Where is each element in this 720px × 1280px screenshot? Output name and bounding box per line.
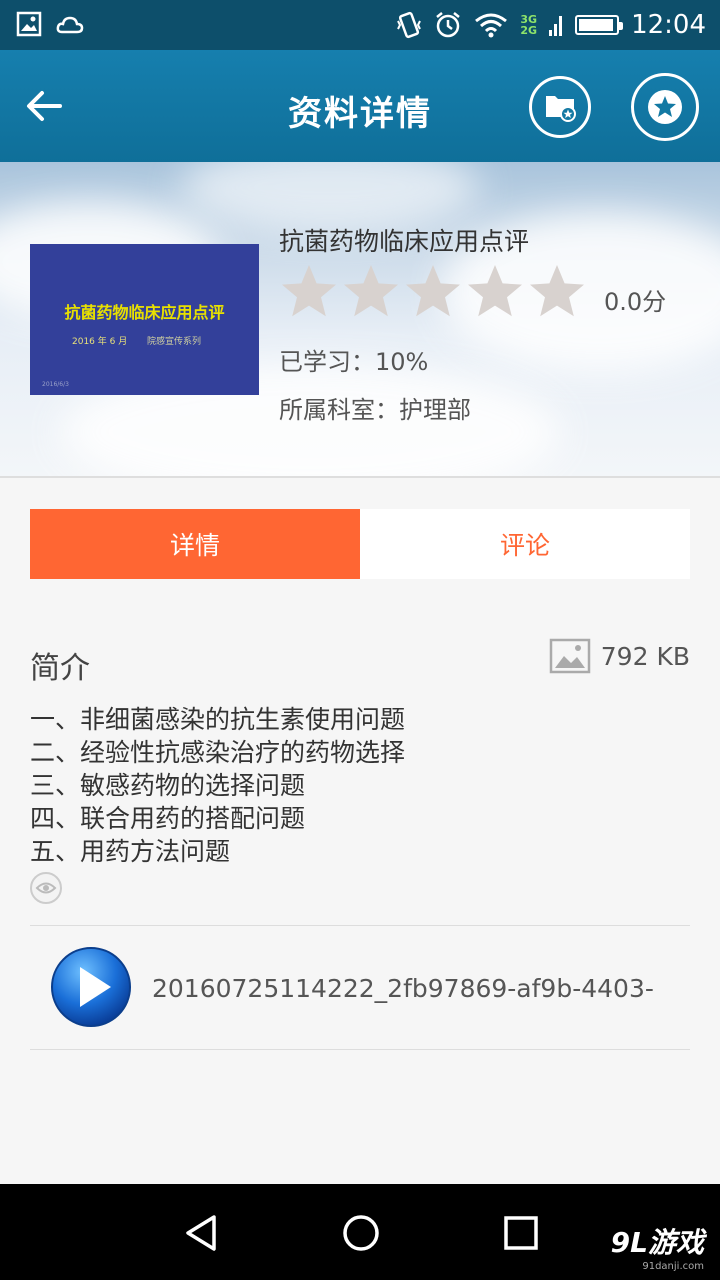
department: 所属科室：护理部 (279, 390, 471, 425)
star-rating-icon (344, 265, 398, 317)
vibrate-icon (397, 11, 422, 39)
learned-label: 已学习： (279, 348, 375, 376)
intro-line: 二、经验性抗感染治疗的药物选择 (30, 738, 406, 767)
favorite-button[interactable] (631, 73, 699, 141)
divider (0, 476, 720, 478)
thumbnail-series: 院感宣传系列 (147, 337, 202, 347)
rating-stars (279, 262, 587, 322)
file-size: 792 KB (549, 638, 690, 674)
tab-details[interactable]: 详情 (30, 509, 360, 579)
wifi-icon (475, 13, 508, 38)
intro-line: 四、联合用药的搭配问题 (30, 804, 306, 833)
alarm-icon (436, 12, 461, 38)
status-bar: 3G 2G 12:04 (0, 0, 720, 50)
expand-button[interactable] (30, 872, 62, 904)
learned-progress: 已学习：10% (279, 342, 428, 377)
folder-star-icon (546, 96, 576, 122)
star-icon (648, 90, 682, 124)
recents-nav-icon[interactable] (500, 1212, 542, 1254)
material-header: 抗菌药物临床应用点评 2016 年 6 月 院感宣传系列 2016/6/3 抗菌… (0, 162, 720, 476)
divider (30, 1049, 690, 1050)
image-icon (16, 11, 42, 37)
file-size-value: 792 KB (600, 641, 690, 671)
material-title: 抗菌药物临床应用点评 (279, 227, 530, 256)
learned-value: 10% (375, 348, 429, 376)
intro-line: 一、非细菌感染的抗生素使用问题 (30, 705, 406, 734)
star-rating-icon (468, 265, 522, 317)
tab-bar: 详情 评论 (30, 509, 690, 579)
thumbnail-title: 抗菌药物临床应用点评 (64, 303, 225, 322)
star-rating-icon (406, 265, 460, 317)
navigation-bar: 9L游戏 91danji.com (0, 1184, 720, 1280)
clock: 12:04 (631, 10, 706, 40)
weather-icon (56, 16, 84, 34)
network-type: 3G 2G (520, 13, 538, 37)
watermark: 9L游戏 91danji.com (611, 1221, 704, 1272)
intro-line: 三、敏感药物的选择问题 (30, 771, 306, 800)
watermark-url: 91danji.com (642, 1261, 704, 1272)
rating-score: 0.0分 (604, 288, 667, 316)
tab-comments[interactable]: 评论 (360, 509, 690, 579)
star-rating-icon (530, 265, 584, 317)
thumbnail-footer: 2016/6/3 (42, 381, 69, 388)
page-title: 资料详情 (288, 94, 432, 134)
department-label: 所属科室： (279, 396, 399, 424)
signal-icon (549, 16, 563, 36)
department-value: 护理部 (399, 396, 471, 424)
home-nav-icon[interactable] (340, 1212, 382, 1254)
intro-heading: 简介 (30, 651, 90, 686)
attachment-filename: 20160725114222_2fb97869-af9b-4403- (152, 974, 654, 1003)
add-to-folder-button[interactable] (529, 76, 591, 138)
attachment-item[interactable]: 20160725114222_2fb97869-af9b-4403- (30, 926, 690, 1050)
intro-line: 五、用药方法问题 (30, 837, 231, 866)
battery-icon (575, 15, 624, 35)
intro-text: 一、非细菌感染的抗生素使用问题 二、经验性抗感染治疗的药物选择 三、敏感药物的选… (30, 703, 405, 868)
material-thumbnail[interactable]: 抗菌药物临床应用点评 2016 年 6 月 院感宣传系列 2016/6/3 (30, 244, 259, 395)
picture-icon (549, 638, 591, 674)
eye-icon (35, 882, 57, 894)
play-icon (51, 947, 131, 1027)
toolbar: 资料详情 (0, 50, 720, 162)
thumbnail-date: 2016 年 6 月 (72, 337, 128, 347)
back-nav-icon[interactable] (180, 1212, 222, 1254)
watermark-brand: 9L游戏 (610, 1226, 704, 1259)
star-rating-icon (282, 265, 336, 317)
